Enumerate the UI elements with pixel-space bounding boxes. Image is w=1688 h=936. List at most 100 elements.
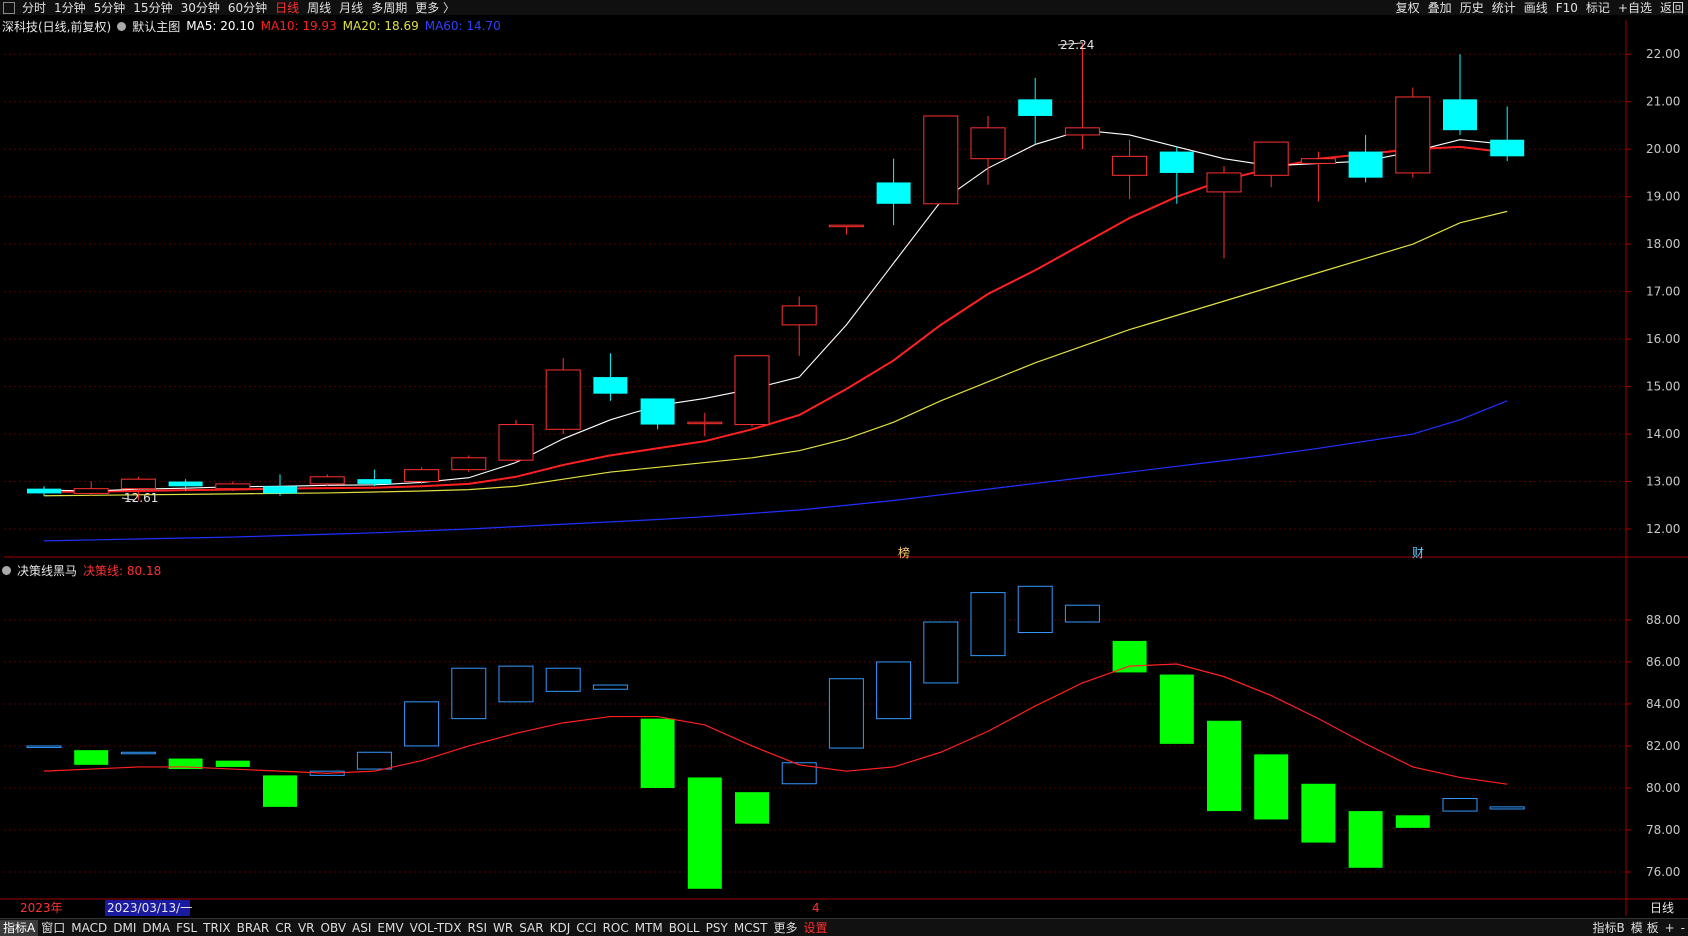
candle-body — [828, 224, 864, 228]
chart-canvas[interactable]: 22.00 21.00 20.00 19.00 18.00 17.00 16.00 15.00… — [0, 0, 1688, 917]
grid-lines — [0, 20, 1688, 916]
indicator-tab[interactable]: CR — [272, 920, 295, 936]
indicator-tab[interactable]: MTM — [632, 920, 666, 936]
indicator-tab[interactable]: MCST — [731, 920, 771, 936]
price-tick-label: 22.00 — [1646, 47, 1680, 61]
indicator-tab[interactable]: VOL-TDX — [407, 920, 465, 936]
indicator-bar — [1207, 720, 1241, 812]
indicator-bar — [1489, 806, 1525, 810]
candle-body — [357, 479, 392, 484]
moving-average-lines — [43, 129, 1508, 542]
indicator-bar — [215, 760, 250, 767]
indicator-tab[interactable]: ASI — [349, 920, 374, 936]
candlesticks — [27, 42, 1525, 501]
candle-body — [120, 478, 156, 490]
indicator-tab[interactable]: OBV — [318, 920, 350, 936]
indicator-tab[interactable]: DMI — [110, 920, 139, 936]
candle-body — [451, 457, 487, 471]
indicator-bar — [404, 701, 440, 747]
candle-body — [263, 486, 297, 494]
indicator-tab[interactable]: 设置 — [801, 920, 831, 936]
indicator-bar — [451, 667, 487, 720]
indicator-tab[interactable]: RSI — [465, 920, 491, 936]
candle-body — [781, 305, 817, 326]
indicator-bar — [592, 684, 628, 690]
candle-body — [1112, 155, 1148, 176]
candle-body — [215, 483, 251, 490]
indicator-bar — [1301, 783, 1336, 843]
price-tick-label: 21.00 — [1646, 95, 1680, 109]
sub-tick-label: 86.00 — [1646, 655, 1680, 669]
zoom-out-button[interactable]: - — [1678, 920, 1688, 936]
candle-body — [687, 421, 723, 425]
indicator-tab[interactable]: 更多 — [771, 920, 801, 936]
indicator-tab[interactable]: EMV — [374, 920, 406, 936]
price-axis: 22.00 21.00 20.00 19.00 18.00 17.00 16.00 15.00… — [1626, 47, 1680, 879]
indicator-tab[interactable]: TRIX — [200, 920, 233, 936]
indicator-bar — [1395, 815, 1430, 828]
ma10-line — [43, 145, 1508, 493]
indicator-tab[interactable]: FSL — [173, 920, 200, 936]
indicator-bar — [876, 661, 912, 720]
sub-tick-label: 88.00 — [1646, 613, 1680, 627]
date-cursor-label: 2023/03/13/一 — [107, 901, 192, 915]
indicator-bar — [74, 750, 109, 765]
period-label: 日线 — [1650, 901, 1674, 915]
ma5-line — [43, 129, 1508, 492]
indicator-tab[interactable]: KDJ — [547, 920, 574, 936]
indicator-tab[interactable]: BOLL — [666, 920, 703, 936]
indicator-bar — [687, 777, 722, 889]
indicator-tab[interactable]: BRAR — [234, 920, 273, 936]
price-tick-label: 18.00 — [1646, 237, 1680, 251]
indicator-bar — [1064, 604, 1100, 623]
price-tick-label: 19.00 — [1646, 190, 1680, 204]
price-tick-label: 14.00 — [1646, 427, 1680, 441]
rank-tag[interactable]: 榜 — [898, 545, 910, 560]
indicator-b-button[interactable]: 指标B — [1590, 920, 1628, 936]
indicator-tab[interactable]: WR — [490, 920, 516, 936]
high-annotation: 22.24 — [1060, 38, 1094, 52]
indicator-tabs: 指标A 窗口 MACD DMI DMA FSL TRIX BRAR CR VR OBV ASI EMV V… — [0, 919, 831, 936]
indicator-panel — [26, 585, 1525, 889]
indicator-tab[interactable]: 指标A — [0, 919, 39, 936]
indicator-tab[interactable]: 窗口 — [38, 920, 68, 936]
indicator-tab[interactable]: ROC — [600, 920, 632, 936]
candle-body — [498, 424, 534, 461]
price-tick-label: 15.00 — [1646, 380, 1680, 394]
price-tick-label: 17.00 — [1646, 285, 1680, 299]
indicator-bar — [1254, 754, 1289, 820]
indicator-bar — [828, 678, 864, 749]
indicator-tab[interactable]: MACD — [68, 920, 110, 936]
indicator-bar — [120, 751, 156, 755]
zoom-in-button[interactable]: + — [1662, 920, 1678, 936]
indicator-tabs-bar: 指标A 窗口 MACD DMI DMA FSL TRIX BRAR CR VR OBV ASI EMV V… — [0, 918, 1688, 936]
indicator-tab[interactable]: CCI — [573, 920, 599, 936]
indicator-bar — [26, 745, 62, 748]
price-tick-label: 12.00 — [1646, 522, 1680, 536]
candle-body — [309, 476, 345, 485]
candle-body — [593, 377, 628, 394]
indicator-tab[interactable]: PSY — [703, 920, 731, 936]
template-button[interactable]: 模 板 — [1628, 920, 1662, 936]
candle-body — [168, 481, 203, 487]
indicator-bar — [356, 751, 392, 770]
indicator-tab[interactable]: DMA — [139, 920, 173, 936]
indicator-tab[interactable]: VR — [295, 920, 318, 936]
indicator-bar — [1348, 811, 1383, 868]
finance-tag[interactable]: 财 — [1412, 546, 1424, 560]
price-tick-label: 16.00 — [1646, 332, 1680, 346]
candle-body — [73, 488, 109, 494]
low-annotation: 12.61 — [124, 491, 158, 505]
indicator-tab[interactable]: SAR — [516, 920, 546, 936]
candle-body — [1064, 127, 1100, 136]
indicator-bar — [735, 792, 769, 824]
sub-tick-label: 84.00 — [1646, 697, 1680, 711]
candle-body — [1490, 139, 1525, 157]
candle-body — [1395, 96, 1431, 174]
candle-body — [970, 127, 1006, 160]
candle-body — [876, 182, 911, 204]
indicator-bar — [923, 621, 959, 684]
candle-body — [1253, 141, 1289, 176]
indicator-bar — [263, 775, 297, 807]
indicator-bar — [640, 718, 675, 788]
